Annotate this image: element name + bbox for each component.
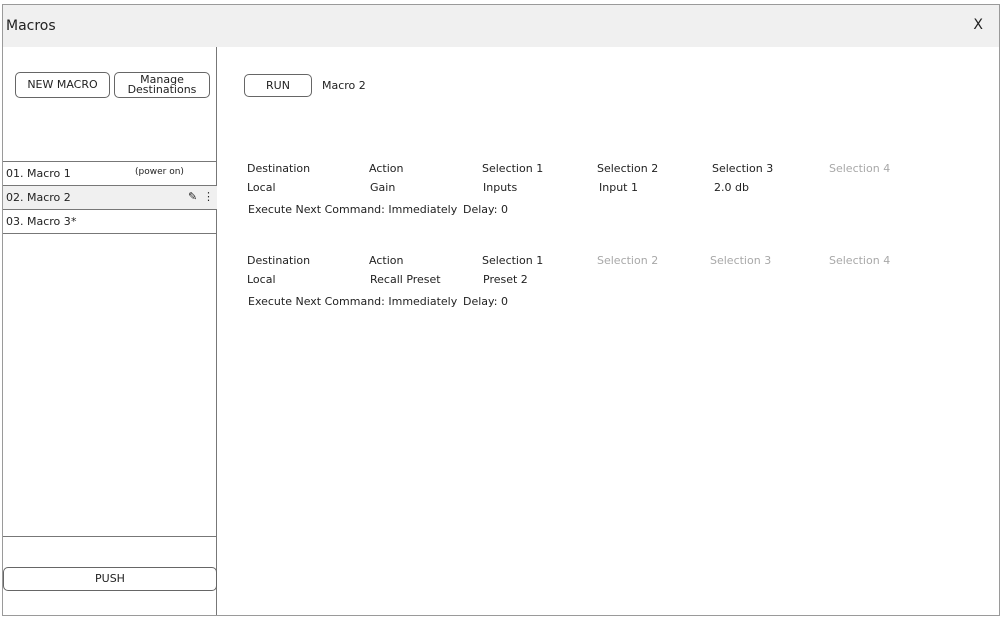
macro-list-item-selected[interactable]: 02. Macro 2 ✎ ⋮ (3, 186, 217, 210)
selection-3-value[interactable]: 2.0 db (714, 181, 749, 194)
header-selection-1: Selection 1 (482, 162, 544, 175)
execute-next-value: Immediately (388, 203, 458, 216)
new-macro-button[interactable]: NEW MACRO (15, 72, 110, 98)
execute-next-label: Execute Next Command: (248, 203, 385, 216)
execute-next-label: Execute Next Command: (248, 295, 385, 308)
header-destination: Destination (247, 254, 311, 267)
macro-name: Macro 2 (322, 79, 366, 92)
push-button[interactable]: PUSH (3, 567, 217, 591)
action-value[interactable]: Gain (370, 181, 395, 194)
power-on-note: (power on) (135, 167, 184, 177)
header-selection-4: Selection 4 (829, 254, 891, 267)
selection-1-value[interactable]: Inputs (483, 181, 517, 194)
execute-next-command[interactable]: Execute Next Command: Immediately (248, 203, 457, 216)
header-selection-2: Selection 2 (597, 162, 659, 175)
macros-window: Macros X NEW MACRO Manage Destinations 0… (2, 4, 1000, 616)
macro-list-item[interactable]: 03. Macro 3 * (3, 210, 217, 234)
more-options-icon[interactable]: ⋮ (203, 190, 214, 203)
header-selection-2: Selection 2 (597, 254, 659, 267)
edit-pencil-icon[interactable]: ✎ (188, 190, 197, 203)
selection-1-value[interactable]: Preset 2 (483, 273, 528, 286)
header-destination: Destination (247, 162, 311, 175)
execute-next-command[interactable]: Execute Next Command: Immediately (248, 295, 457, 308)
header-selection-3: Selection 3 (712, 162, 774, 175)
header-selection-1: Selection 1 (482, 254, 544, 267)
macro-list: 01. Macro 1 (power on) 02. Macro 2 ✎ ⋮ 0… (3, 161, 217, 234)
header-action: Action (369, 162, 404, 175)
macro-list-item[interactable]: 01. Macro 1 (power on) (3, 162, 217, 186)
close-button[interactable]: X (973, 17, 983, 33)
macro-label: 02. Macro 2 (6, 191, 71, 204)
macro-detail-panel: RUN Macro 2 Destination Action Selection… (217, 47, 999, 615)
manage-destinations-button[interactable]: Manage Destinations (114, 72, 210, 98)
delay-value[interactable]: Delay: 0 (463, 295, 508, 308)
destination-value[interactable]: Local (247, 273, 276, 286)
selection-2-value[interactable]: Input 1 (599, 181, 638, 194)
destination-value[interactable]: Local (247, 181, 276, 194)
run-button[interactable]: RUN (244, 74, 312, 97)
window-title: Macros (6, 18, 56, 34)
unsaved-marker: * (71, 215, 77, 228)
push-area: PUSH (3, 536, 217, 616)
execute-next-value: Immediately (388, 295, 458, 308)
title-bar: Macros X (3, 5, 999, 47)
delay-value[interactable]: Delay: 0 (463, 203, 508, 216)
action-value[interactable]: Recall Preset (370, 273, 441, 286)
header-selection-4: Selection 4 (829, 162, 891, 175)
manage-destinations-label-line2: Destinations (127, 83, 197, 96)
sidebar: NEW MACRO Manage Destinations 01. Macro … (3, 47, 217, 615)
macro-label: 01. Macro 1 (6, 167, 71, 180)
header-selection-3: Selection 3 (710, 254, 772, 267)
header-action: Action (369, 254, 404, 267)
macro-label: 03. Macro 3 (6, 215, 71, 228)
